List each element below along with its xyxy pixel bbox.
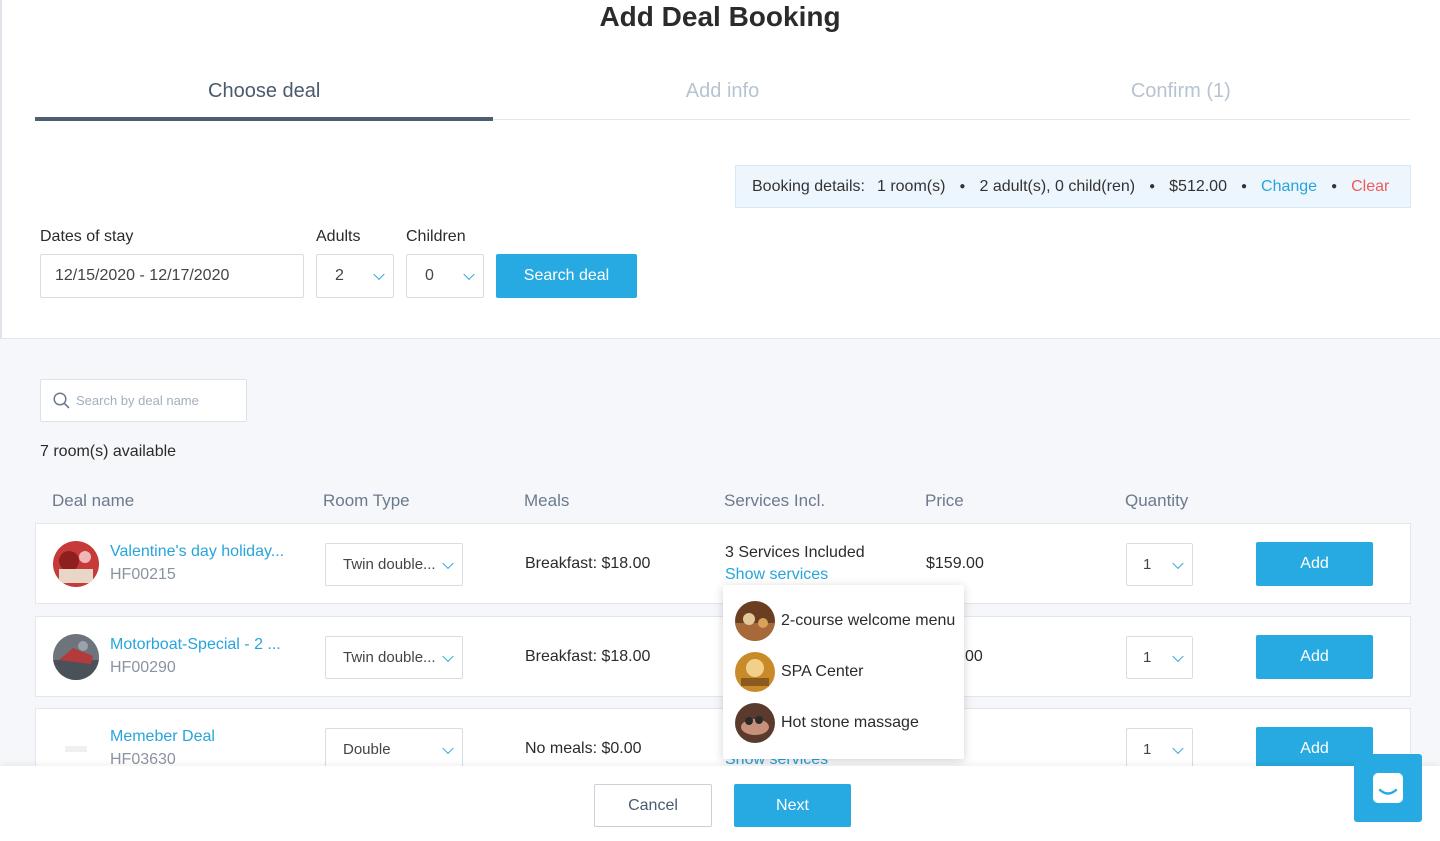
- deal-code: HF00215: [110, 566, 176, 583]
- separator-dot: ●: [959, 181, 966, 192]
- chat-launcher-button[interactable]: [1354, 754, 1422, 822]
- deal-name-link[interactable]: Valentine's day holiday...: [110, 543, 284, 561]
- separator-dot: ●: [1331, 181, 1338, 192]
- room-type-value: Twin double...: [343, 649, 436, 666]
- services-popover: 2-course welcome menu SPA Center Hot sto…: [723, 585, 964, 759]
- service-label: SPA Center: [781, 663, 864, 680]
- column-header-room-type: Room Type: [323, 491, 410, 510]
- meals-value: Breakfast: $18.00: [525, 648, 651, 665]
- price-value: 00: [965, 648, 983, 665]
- chevron-down-icon: [442, 557, 454, 569]
- deal-thumbnail: [53, 541, 99, 587]
- quantity-select[interactable]: 1: [1126, 543, 1193, 586]
- chevron-down-icon: [1172, 557, 1184, 569]
- quantity-value: 1: [1143, 556, 1152, 573]
- deal-name-link[interactable]: Motorboat-Special - 2 ...: [110, 636, 281, 654]
- dates-of-stay-label: Dates of stay: [40, 228, 134, 245]
- quantity-value: 1: [1143, 741, 1152, 758]
- chevron-down-icon: [1172, 650, 1184, 662]
- room-type-select[interactable]: Twin double...: [325, 543, 463, 586]
- add-deal-button[interactable]: Add: [1256, 542, 1373, 586]
- tab-choose-deal[interactable]: Choose deal: [35, 70, 494, 121]
- service-item: 2-course welcome menu: [735, 601, 955, 641]
- service-label: Hot stone massage: [781, 714, 919, 731]
- children-label: Children: [406, 228, 466, 245]
- search-icon: [53, 392, 70, 409]
- tab-add-info[interactable]: Add info: [493, 70, 951, 119]
- quantity-value: 1: [1143, 649, 1152, 666]
- deal-thumbnail: [53, 634, 99, 680]
- search-deal-button[interactable]: Search deal: [496, 254, 637, 298]
- adults-label: Adults: [316, 228, 361, 245]
- quantity-select[interactable]: 1: [1126, 728, 1193, 771]
- room-type-value: Twin double...: [343, 556, 436, 573]
- deal-name-link[interactable]: Memeber Deal: [110, 728, 215, 746]
- cancel-button[interactable]: Cancel: [594, 784, 712, 827]
- tab-confirm[interactable]: Confirm (1): [952, 70, 1410, 119]
- spa-thumbnail-icon: [735, 652, 775, 692]
- chat-icon: [1373, 773, 1403, 803]
- column-header-price: Price: [925, 491, 964, 510]
- booking-total: $512.00: [1169, 177, 1227, 195]
- change-link[interactable]: Change: [1261, 178, 1317, 196]
- room-type-select[interactable]: Twin double...: [325, 636, 463, 679]
- chevron-down-icon: [442, 650, 454, 662]
- adults-select[interactable]: 2: [316, 254, 394, 298]
- meals-value: Breakfast: $18.00: [525, 555, 651, 572]
- chevron-down-icon: [373, 268, 385, 281]
- deal-search-input[interactable]: Search by deal name: [40, 379, 247, 422]
- column-header-deal-name: Deal name: [52, 491, 135, 510]
- adults-value: 2: [335, 267, 344, 284]
- chevron-down-icon: [1172, 742, 1184, 754]
- separator-dot: ●: [1149, 181, 1156, 192]
- food-thumbnail-icon: [735, 601, 775, 641]
- room-type-value: Double: [343, 741, 391, 758]
- meals-value: No meals: $0.00: [525, 740, 642, 757]
- rooms-available-text: 7 room(s) available: [40, 443, 177, 460]
- room-type-select[interactable]: Double: [325, 728, 463, 771]
- step-tabs: Choose deal Add info Confirm (1): [35, 70, 1410, 121]
- column-header-meals: Meals: [524, 491, 570, 510]
- deal-code: HF00290: [110, 659, 176, 676]
- show-services-link[interactable]: Show services: [725, 566, 828, 584]
- footer-bar: Cancel Next: [0, 766, 1440, 841]
- column-header-quantity: Quantity: [1125, 491, 1189, 510]
- chevron-down-icon: [442, 742, 454, 754]
- booking-rooms: 1 room(s): [876, 177, 946, 195]
- page-title: Add Deal Booking: [599, 1, 841, 32]
- add-deal-button[interactable]: Add: [1256, 635, 1373, 679]
- dates-of-stay-input[interactable]: 12/15/2020 - 12/17/2020: [40, 254, 304, 298]
- chevron-down-icon: [463, 268, 475, 281]
- booking-details-bar: Booking details: 1 room(s) ● 2 adult(s),…: [735, 165, 1411, 208]
- price-value: $159.00: [926, 555, 984, 572]
- clear-link[interactable]: Clear: [1351, 178, 1389, 196]
- booking-guests: 2 adult(s), 0 child(ren): [979, 177, 1136, 195]
- column-header-services: Services Incl.: [724, 491, 826, 510]
- quantity-select[interactable]: 1: [1126, 636, 1193, 679]
- service-item: SPA Center: [735, 652, 863, 692]
- service-label: 2-course welcome menu: [781, 612, 956, 629]
- separator-dot: ●: [1240, 181, 1248, 192]
- booking-details-label: Booking details:: [752, 177, 865, 195]
- search-placeholder: Search by deal name: [76, 393, 199, 408]
- service-item: Hot stone massage: [735, 703, 919, 743]
- next-button[interactable]: Next: [734, 784, 851, 827]
- dates-of-stay-value: 12/15/2020 - 12/17/2020: [55, 267, 230, 284]
- massage-thumbnail-icon: [735, 703, 775, 743]
- services-count: 3 Services Included: [725, 544, 865, 561]
- children-value: 0: [425, 267, 434, 284]
- children-select[interactable]: 0: [406, 254, 484, 298]
